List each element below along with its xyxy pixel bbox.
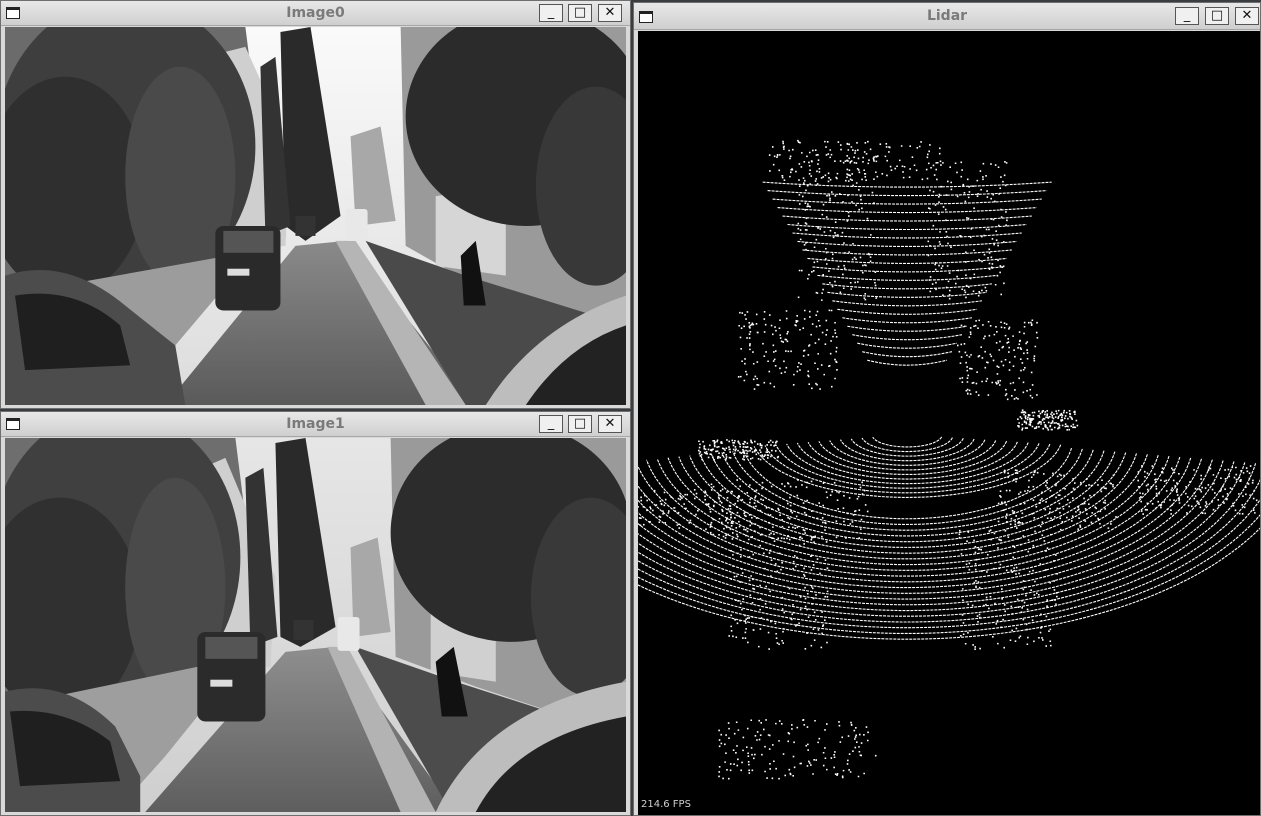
- lidar-obstacle-points: [638, 139, 1258, 780]
- lidar-sensor-shadow: [822, 378, 933, 423]
- close-button[interactable]: ✕: [1235, 7, 1259, 25]
- lidar-titlebar[interactable]: Lidar _ □ ✕: [634, 3, 1260, 30]
- maximize-button[interactable]: □: [568, 4, 592, 22]
- image0-titlebar[interactable]: Image0 _ □ ✕: [1, 1, 630, 26]
- image0-window[interactable]: Image0 _ □ ✕: [0, 0, 631, 409]
- lidar-pointcloud: [638, 139, 1260, 780]
- camera-image-right: [5, 438, 626, 812]
- lidar-ground-rings: [638, 181, 1260, 640]
- minimize-button[interactable]: _: [539, 4, 563, 22]
- minimize-button[interactable]: _: [1175, 7, 1199, 25]
- image0-canvas: [5, 27, 626, 405]
- image0-title: Image0: [286, 5, 345, 21]
- fps-counter: 214.6 FPS: [641, 799, 691, 810]
- lidar-window[interactable]: Lidar _ □ ✕ 214.6 FPS: [633, 2, 1261, 816]
- maximize-button[interactable]: □: [1205, 7, 1229, 25]
- camera-image-left: [5, 27, 626, 405]
- image1-canvas: [5, 438, 626, 812]
- lidar-title: Lidar: [926, 8, 968, 24]
- minimize-button[interactable]: _: [539, 415, 563, 433]
- image1-window[interactable]: Image1 _ □ ✕: [0, 411, 631, 816]
- maximize-button[interactable]: □: [568, 415, 592, 433]
- image1-titlebar[interactable]: Image1 _ □ ✕: [1, 412, 630, 437]
- close-button[interactable]: ✕: [598, 4, 622, 22]
- image1-title: Image1: [286, 416, 345, 432]
- lidar-canvas: 214.6 FPS: [638, 31, 1260, 815]
- close-button[interactable]: ✕: [598, 415, 622, 433]
